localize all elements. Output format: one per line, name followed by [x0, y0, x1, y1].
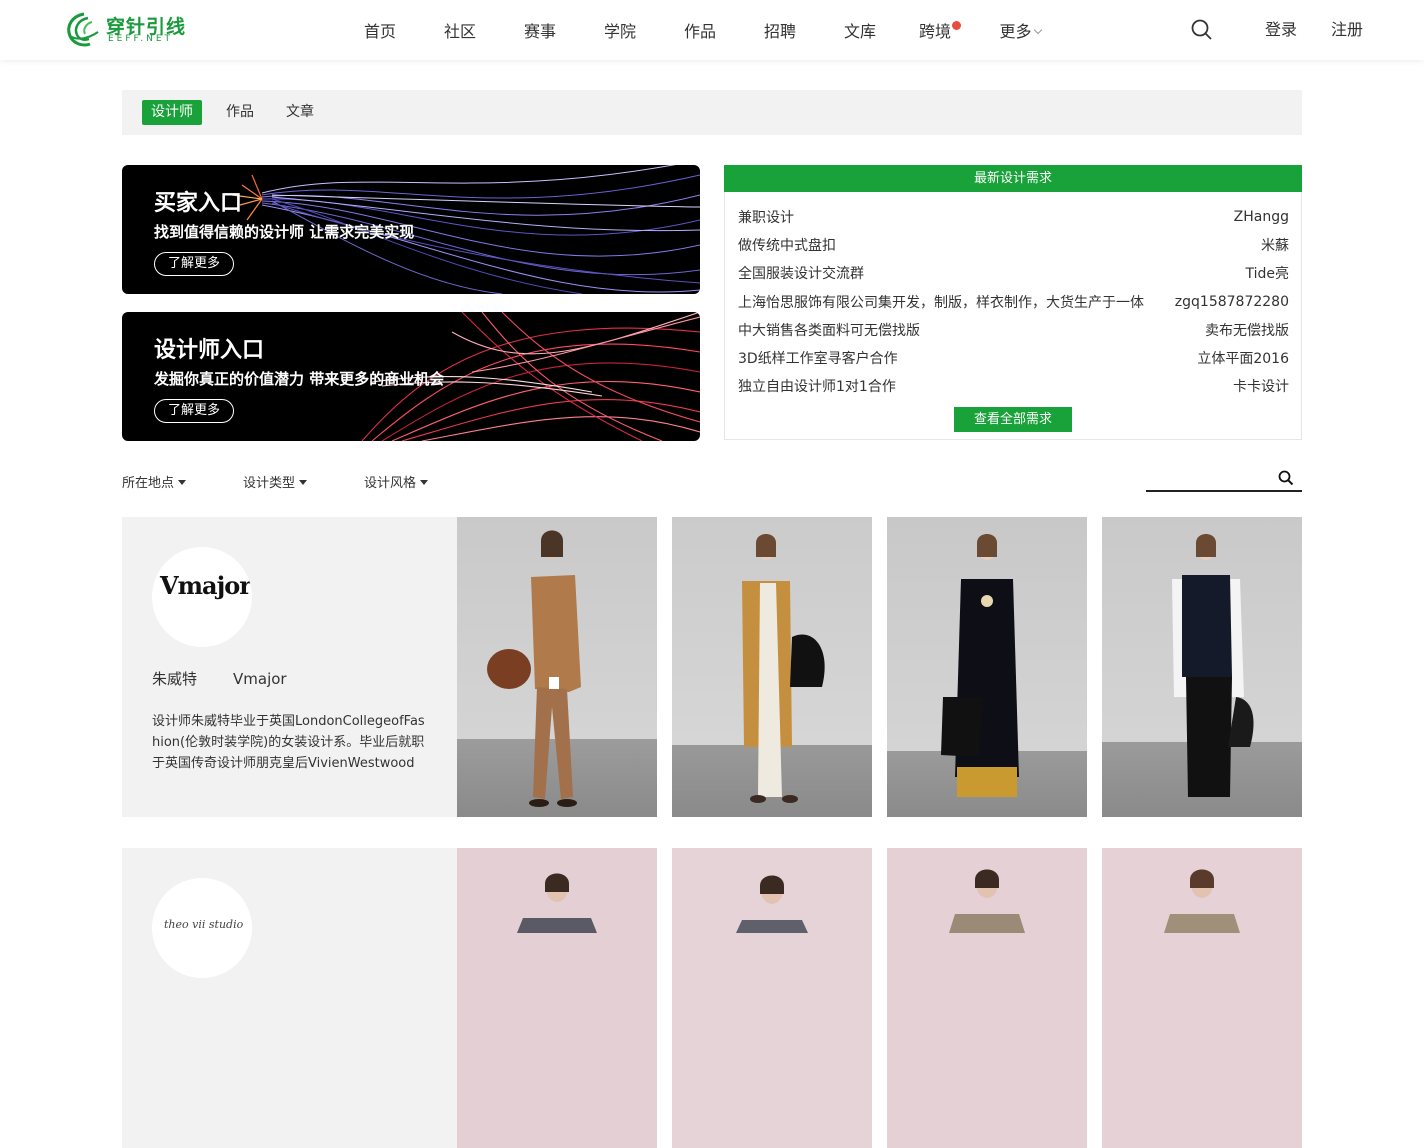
model-photo-figure [742, 534, 825, 803]
banner-title: 设计师入口 [154, 338, 265, 363]
designer-description: 设计师朱威特毕业于英国LondonCollegeofFashion(伦敦时装学院… [152, 714, 425, 771]
avatar-logo-text: Vmajor [160, 571, 252, 600]
designer-name[interactable]: 朱威特 [152, 670, 197, 688]
chevron-down-icon [1033, 25, 1042, 35]
list-item[interactable]: 上海怡思服饰有限公司集开发，制版，样衣制作，大货生产于一体 zgq15878722… [738, 288, 1289, 316]
list-item[interactable]: 兼职设计 ZHangg [738, 203, 1289, 231]
avatar[interactable]: Vmajor [152, 547, 252, 647]
panel-title: 最新设计需求 [724, 165, 1302, 192]
buyer-entry-banner[interactable]: 买家入口 找到值得信赖的设计师 让需求完美实现 了解更多 [122, 165, 700, 294]
nav-item-academy[interactable]: 学院 [580, 18, 660, 42]
nav-item-contests[interactable]: 赛事 [500, 18, 580, 42]
latest-demand-panel: 最新设计需求 兼职设计 ZHangg 做传统中式盘扣 米蘇 全国服装设计交流群 Tid… [724, 165, 1302, 440]
tab-designers[interactable]: 设计师 [142, 100, 202, 125]
model-photo-figure [1172, 534, 1254, 797]
work-photo[interactable] [672, 517, 872, 817]
list-item[interactable]: 全国服装设计交流群 Tide亮 [738, 259, 1289, 287]
site-logo[interactable]: 穿针引线 EEFF.NET [64, 10, 188, 50]
list-item[interactable]: 做传统中式盘扣 米蘇 [738, 231, 1289, 259]
designer-card[interactable]: theo vii studio [122, 848, 1302, 1148]
work-photo[interactable] [457, 517, 657, 817]
nav-item-crossborder[interactable]: 跨境 [900, 18, 980, 42]
avatar[interactable]: theo vii studio [152, 878, 252, 978]
designer-info: theo vii studio [122, 848, 457, 1148]
register-link[interactable]: 注册 [1331, 0, 1363, 60]
caret-down-icon [420, 480, 429, 485]
work-photo[interactable] [457, 848, 657, 1148]
login-link[interactable]: 登录 [1265, 0, 1297, 60]
banner-subtitle: 找到值得信赖的设计师 让需求完美实现 [154, 223, 415, 241]
nav-item-jobs[interactable]: 招聘 [740, 18, 820, 42]
learn-more-button[interactable]: 了解更多 [154, 399, 234, 423]
nav-item-more[interactable]: 更多 [980, 18, 1060, 42]
filter-location[interactable]: 所在地点 [122, 472, 187, 491]
model-photo-figure [941, 534, 1019, 797]
model-photo-figure [487, 530, 581, 807]
tab-works[interactable]: 作品 [217, 100, 263, 125]
work-photo[interactable] [887, 848, 1087, 1148]
list-item[interactable]: 独立自由设计师1对1合作 卡卡设计 [738, 372, 1289, 400]
new-dot-icon [952, 21, 961, 30]
model-photo-figure [1164, 869, 1240, 933]
designer-search-input[interactable] [1146, 466, 1302, 492]
work-photo[interactable] [887, 517, 1087, 817]
learn-more-button[interactable]: 了解更多 [154, 252, 234, 276]
logo-sub: EEFF.NET [108, 34, 174, 44]
logo-swirl-icon [67, 12, 99, 47]
designer-brand: Vmajor [233, 670, 287, 688]
work-photo[interactable] [1102, 517, 1302, 817]
work-photo[interactable] [1102, 848, 1302, 1148]
caret-down-icon [178, 480, 187, 485]
designer-card[interactable]: Vmajor 朱威特 Vmajor 设计师朱威特毕业于英国LondonColleg… [122, 517, 1302, 817]
work-photo[interactable] [672, 848, 872, 1148]
nav-item-community[interactable]: 社区 [420, 18, 500, 42]
demand-list: 兼职设计 ZHangg 做传统中式盘扣 米蘇 全国服装设计交流群 Tide亮 上海怡思… [738, 203, 1289, 400]
tab-articles[interactable]: 文章 [277, 100, 323, 125]
main-nav: 首页 社区 赛事 学院 作品 招聘 文库 跨境 更多 [340, 0, 1060, 60]
search-icon[interactable] [1190, 18, 1214, 42]
model-photo-figure [517, 873, 597, 933]
banner-subtitle: 发掘你真正的价值潜力 带来更多的商业机会 [154, 370, 445, 388]
model-photo-figure [949, 869, 1025, 933]
category-tabs: 设计师 作品 文章 [122, 90, 1302, 135]
caret-down-icon [299, 480, 308, 485]
nav-item-works[interactable]: 作品 [660, 18, 740, 42]
top-header: 穿针引线 EEFF.NET 首页 社区 赛事 学院 作品 招聘 文库 跨境 更多… [0, 0, 1424, 60]
filter-design-type[interactable]: 设计类型 [243, 472, 308, 491]
model-photo-figure [736, 875, 808, 933]
list-item[interactable]: 3D纸样工作室寻客户合作 立体平面2016 [738, 344, 1289, 372]
avatar-logo-text: theo vii studio [164, 918, 244, 931]
view-all-demands-button[interactable]: 查看全部需求 [954, 407, 1072, 432]
nav-item-library[interactable]: 文库 [820, 18, 900, 42]
banner-title: 买家入口 [154, 191, 243, 216]
filter-design-style[interactable]: 设计风格 [364, 472, 429, 491]
list-item[interactable]: 中大销售各类面料可无偿找版 卖布无偿找版 [738, 316, 1289, 344]
nav-item-home[interactable]: 首页 [340, 18, 420, 42]
search-icon[interactable] [1278, 470, 1294, 486]
designer-entry-banner[interactable]: 设计师入口 发掘你真正的价值潜力 带来更多的商业机会 了解更多 [122, 312, 700, 441]
designer-info: Vmajor 朱威特 Vmajor 设计师朱威特毕业于英国LondonColleg… [122, 517, 457, 817]
